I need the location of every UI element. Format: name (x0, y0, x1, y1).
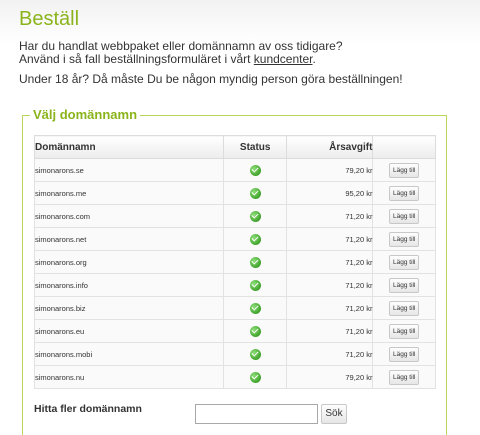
status-cell (223, 365, 287, 389)
domain-name-cell: simonarons.com (33, 204, 225, 228)
add-domain-button[interactable]: Lägg till (389, 300, 420, 316)
status-cell (223, 181, 287, 205)
table-row: simonarons.info 71,20 kr Lägg till (33, 273, 436, 297)
intro-text: Har du handlat webbpaket eller domännamn… (19, 40, 343, 66)
domain-name-cell: simonarons.net (33, 227, 225, 251)
domain-name-cell: simonarons.mobi (33, 342, 225, 366)
checkmark-icon (249, 233, 261, 245)
action-cell: Lägg till (372, 296, 436, 320)
action-cell: Lägg till (372, 273, 436, 297)
annual-fee-cell: 71,20 kr (285, 342, 374, 366)
add-domain-button[interactable]: Lägg till (389, 231, 420, 247)
annual-fee-cell: 71,20 kr (285, 319, 374, 343)
add-domain-button[interactable]: Lägg till (389, 369, 420, 385)
add-domain-button[interactable]: Lägg till (389, 323, 420, 339)
checkmark-icon (249, 164, 261, 176)
checkmark-icon (249, 210, 261, 222)
annual-fee-cell: 71,20 kr (285, 296, 374, 320)
table-row: simonarons.me 95,20 kr Lägg till (33, 181, 436, 205)
table-row: simonarons.se 79,20 kr Lägg till (33, 158, 436, 182)
domain-name-cell: simonarons.se (33, 158, 225, 182)
action-cell: Lägg till (372, 158, 436, 182)
table-row: simonarons.biz 71,20 kr Lägg till (33, 296, 436, 320)
domain-name-cell: simonarons.me (33, 181, 225, 205)
table-header-row: Domännamn Status Årsavgift (33, 135, 436, 159)
action-cell: Lägg till (372, 250, 436, 274)
search-more-label: Hitta fler domännamn (34, 403, 142, 415)
annual-fee-cell: 71,20 kr (285, 273, 374, 297)
status-cell (223, 296, 287, 320)
column-header-domain: Domännamn (33, 135, 225, 159)
table-row: simonarons.com 71,20 kr Lägg till (33, 204, 436, 228)
domain-search-input[interactable] (195, 404, 318, 424)
domain-table-body: simonarons.se 79,20 kr Lägg till simonarons… (33, 158, 436, 389)
action-cell: Lägg till (372, 319, 436, 343)
status-cell (223, 342, 287, 366)
status-cell (223, 250, 287, 274)
column-header-status: Status (223, 135, 287, 159)
intro-line-2-prefix: Använd i så fall beställningsformuläret … (19, 52, 254, 66)
action-cell: Lägg till (372, 204, 436, 228)
table-row: simonarons.mobi 71,20 kr Lägg till (33, 342, 436, 366)
table-row: simonarons.org 71,20 kr Lägg till (33, 250, 436, 274)
status-cell (223, 227, 287, 251)
annual-fee-cell: 71,20 kr (285, 227, 374, 251)
column-header-fee: Årsavgift (285, 135, 374, 159)
checkmark-icon (249, 187, 261, 199)
checkmark-icon (249, 348, 261, 360)
annual-fee-cell: 79,20 kr (285, 365, 374, 389)
domain-name-cell: simonarons.org (33, 250, 225, 274)
status-cell (223, 319, 287, 343)
search-button[interactable]: Sök (321, 404, 347, 424)
domain-name-cell: simonarons.biz (33, 296, 225, 320)
checkmark-icon (249, 371, 261, 383)
domain-name-cell: simonarons.info (33, 273, 225, 297)
age-note: Under 18 år? Då måste Du be någon myndig… (19, 72, 403, 86)
checkmark-icon (249, 256, 261, 268)
add-domain-button[interactable]: Lägg till (389, 346, 420, 362)
add-domain-button[interactable]: Lägg till (389, 185, 420, 201)
action-cell: Lägg till (372, 342, 436, 366)
table-row: simonarons.eu 71,20 kr Lägg till (33, 319, 436, 343)
add-domain-button[interactable]: Lägg till (389, 162, 420, 178)
intro-line-2: Använd i så fall beställningsformuläret … (19, 53, 343, 66)
status-cell (223, 204, 287, 228)
page-title: Beställ (19, 8, 80, 30)
status-cell (223, 158, 287, 182)
action-cell: Lägg till (372, 227, 436, 251)
kundcenter-link[interactable]: kundcenter (254, 52, 313, 66)
annual-fee-cell: 71,20 kr (285, 204, 374, 228)
domain-fieldset-legend: Välj domännamn (30, 107, 141, 122)
annual-fee-cell: 95,20 kr (285, 181, 374, 205)
intro-line-2-suffix: . (312, 52, 316, 66)
domain-name-cell: simonarons.eu (33, 319, 225, 343)
table-row: simonarons.nu 79,20 kr Lägg till (33, 365, 436, 389)
status-cell (223, 273, 287, 297)
annual-fee-cell: 79,20 kr (285, 158, 374, 182)
annual-fee-cell: 71,20 kr (285, 250, 374, 274)
action-cell: Lägg till (372, 181, 436, 205)
add-domain-button[interactable]: Lägg till (389, 254, 420, 270)
domain-table: Domännamn Status Årsavgift simonarons.se… (33, 135, 436, 389)
column-header-action (372, 135, 436, 159)
table-row: simonarons.net 71,20 kr Lägg till (33, 227, 436, 251)
checkmark-icon (249, 279, 261, 291)
action-cell: Lägg till (372, 365, 436, 389)
add-domain-button[interactable]: Lägg till (389, 208, 420, 224)
checkmark-icon (249, 325, 261, 337)
domain-name-cell: simonarons.nu (33, 365, 225, 389)
checkmark-icon (249, 302, 261, 314)
add-domain-button[interactable]: Lägg till (389, 277, 420, 293)
